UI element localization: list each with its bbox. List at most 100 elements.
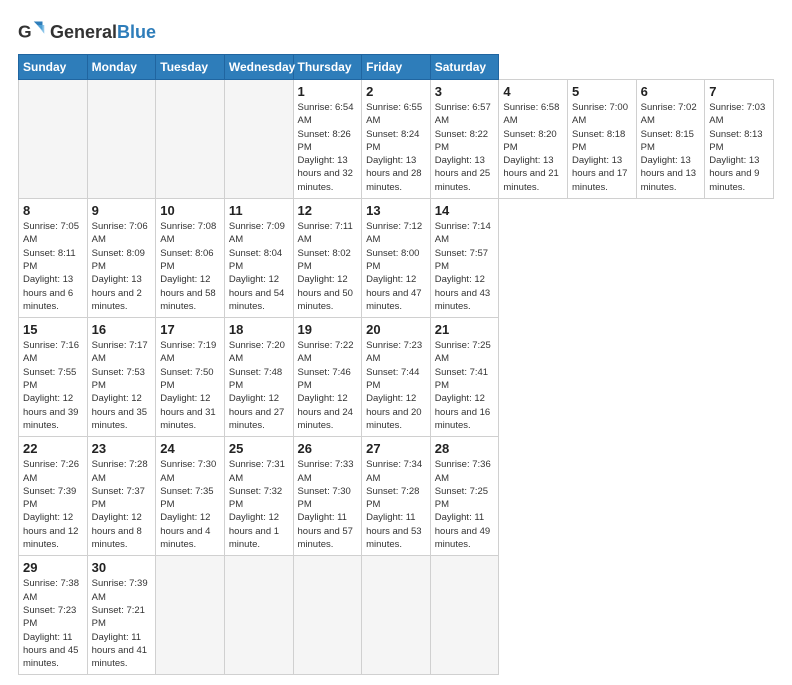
day-header-saturday: Saturday — [430, 55, 499, 80]
calendar-cell: 24 Sunrise: 7:30 AM Sunset: 7:35 PM Dayl… — [156, 437, 225, 556]
day-info: Sunrise: 6:57 AM Sunset: 8:22 PM Dayligh… — [435, 101, 495, 194]
day-number: 17 — [160, 322, 220, 337]
day-info: Sunrise: 6:58 AM Sunset: 8:20 PM Dayligh… — [503, 101, 563, 194]
calendar-cell: 7 Sunrise: 7:03 AM Sunset: 8:13 PM Dayli… — [705, 80, 774, 199]
calendar-cell — [156, 80, 225, 199]
day-info: Sunrise: 7:09 AM Sunset: 8:04 PM Dayligh… — [229, 220, 289, 313]
calendar-week-4: 22 Sunrise: 7:26 AM Sunset: 7:39 PM Dayl… — [19, 437, 774, 556]
day-info: Sunrise: 7:25 AM Sunset: 7:41 PM Dayligh… — [435, 339, 495, 432]
day-info: Sunrise: 7:36 AM Sunset: 7:25 PM Dayligh… — [435, 458, 495, 551]
calendar-cell: 19 Sunrise: 7:22 AM Sunset: 7:46 PM Dayl… — [293, 318, 362, 437]
day-number: 26 — [298, 441, 358, 456]
day-info: Sunrise: 6:55 AM Sunset: 8:24 PM Dayligh… — [366, 101, 426, 194]
calendar-cell — [430, 556, 499, 675]
day-info: Sunrise: 7:11 AM Sunset: 8:02 PM Dayligh… — [298, 220, 358, 313]
calendar-cell — [224, 80, 293, 199]
day-number: 3 — [435, 84, 495, 99]
calendar-cell: 23 Sunrise: 7:28 AM Sunset: 7:37 PM Dayl… — [87, 437, 156, 556]
day-number: 12 — [298, 203, 358, 218]
day-number: 28 — [435, 441, 495, 456]
day-number: 30 — [92, 560, 152, 575]
day-header-monday: Monday — [87, 55, 156, 80]
day-number: 18 — [229, 322, 289, 337]
day-number: 1 — [298, 84, 358, 99]
calendar-cell: 18 Sunrise: 7:20 AM Sunset: 7:48 PM Dayl… — [224, 318, 293, 437]
calendar-cell: 29 Sunrise: 7:38 AM Sunset: 7:23 PM Dayl… — [19, 556, 88, 675]
calendar-cell: 28 Sunrise: 7:36 AM Sunset: 7:25 PM Dayl… — [430, 437, 499, 556]
day-info: Sunrise: 7:33 AM Sunset: 7:30 PM Dayligh… — [298, 458, 358, 551]
day-number: 25 — [229, 441, 289, 456]
day-info: Sunrise: 7:02 AM Sunset: 8:15 PM Dayligh… — [641, 101, 701, 194]
calendar-cell: 6 Sunrise: 7:02 AM Sunset: 8:15 PM Dayli… — [636, 80, 705, 199]
calendar-cell — [19, 80, 88, 199]
calendar-cell: 8 Sunrise: 7:05 AM Sunset: 8:11 PM Dayli… — [19, 199, 88, 318]
calendar-week-5: 29 Sunrise: 7:38 AM Sunset: 7:23 PM Dayl… — [19, 556, 774, 675]
calendar-cell: 15 Sunrise: 7:16 AM Sunset: 7:55 PM Dayl… — [19, 318, 88, 437]
calendar-cell: 16 Sunrise: 7:17 AM Sunset: 7:53 PM Dayl… — [87, 318, 156, 437]
day-number: 15 — [23, 322, 83, 337]
day-number: 9 — [92, 203, 152, 218]
day-header-sunday: Sunday — [19, 55, 88, 80]
calendar-cell — [156, 556, 225, 675]
day-info: Sunrise: 7:17 AM Sunset: 7:53 PM Dayligh… — [92, 339, 152, 432]
day-header-tuesday: Tuesday — [156, 55, 225, 80]
day-info: Sunrise: 7:22 AM Sunset: 7:46 PM Dayligh… — [298, 339, 358, 432]
day-info: Sunrise: 7:31 AM Sunset: 7:32 PM Dayligh… — [229, 458, 289, 551]
day-info: Sunrise: 7:30 AM Sunset: 7:35 PM Dayligh… — [160, 458, 220, 551]
logo-general: General — [50, 22, 117, 42]
calendar-cell: 11 Sunrise: 7:09 AM Sunset: 8:04 PM Dayl… — [224, 199, 293, 318]
calendar-cell: 2 Sunrise: 6:55 AM Sunset: 8:24 PM Dayli… — [362, 80, 431, 199]
day-number: 13 — [366, 203, 426, 218]
day-number: 29 — [23, 560, 83, 575]
day-info: Sunrise: 7:38 AM Sunset: 7:23 PM Dayligh… — [23, 577, 83, 670]
calendar-cell: 3 Sunrise: 6:57 AM Sunset: 8:22 PM Dayli… — [430, 80, 499, 199]
day-number: 10 — [160, 203, 220, 218]
day-number: 24 — [160, 441, 220, 456]
calendar-week-3: 15 Sunrise: 7:16 AM Sunset: 7:55 PM Dayl… — [19, 318, 774, 437]
calendar-cell: 4 Sunrise: 6:58 AM Sunset: 8:20 PM Dayli… — [499, 80, 568, 199]
calendar-cell — [362, 556, 431, 675]
calendar-week-2: 8 Sunrise: 7:05 AM Sunset: 8:11 PM Dayli… — [19, 199, 774, 318]
calendar-cell: 22 Sunrise: 7:26 AM Sunset: 7:39 PM Dayl… — [19, 437, 88, 556]
day-number: 14 — [435, 203, 495, 218]
calendar-cell: 14 Sunrise: 7:14 AM Sunset: 7:57 PM Dayl… — [430, 199, 499, 318]
day-info: Sunrise: 6:54 AM Sunset: 8:26 PM Dayligh… — [298, 101, 358, 194]
day-info: Sunrise: 7:14 AM Sunset: 7:57 PM Dayligh… — [435, 220, 495, 313]
day-info: Sunrise: 7:05 AM Sunset: 8:11 PM Dayligh… — [23, 220, 83, 313]
calendar: SundayMondayTuesdayWednesdayThursdayFrid… — [18, 54, 774, 675]
day-number: 11 — [229, 203, 289, 218]
day-info: Sunrise: 7:20 AM Sunset: 7:48 PM Dayligh… — [229, 339, 289, 432]
day-header-thursday: Thursday — [293, 55, 362, 80]
day-info: Sunrise: 7:12 AM Sunset: 8:00 PM Dayligh… — [366, 220, 426, 313]
day-number: 19 — [298, 322, 358, 337]
day-info: Sunrise: 7:06 AM Sunset: 8:09 PM Dayligh… — [92, 220, 152, 313]
day-header-friday: Friday — [362, 55, 431, 80]
day-info: Sunrise: 7:39 AM Sunset: 7:21 PM Dayligh… — [92, 577, 152, 670]
day-info: Sunrise: 7:23 AM Sunset: 7:44 PM Dayligh… — [366, 339, 426, 432]
day-number: 4 — [503, 84, 563, 99]
calendar-cell: 12 Sunrise: 7:11 AM Sunset: 8:02 PM Dayl… — [293, 199, 362, 318]
calendar-cell: 13 Sunrise: 7:12 AM Sunset: 8:00 PM Dayl… — [362, 199, 431, 318]
calendar-cell: 1 Sunrise: 6:54 AM Sunset: 8:26 PM Dayli… — [293, 80, 362, 199]
day-number: 21 — [435, 322, 495, 337]
calendar-cell: 5 Sunrise: 7:00 AM Sunset: 8:18 PM Dayli… — [568, 80, 637, 199]
day-number: 16 — [92, 322, 152, 337]
day-info: Sunrise: 7:08 AM Sunset: 8:06 PM Dayligh… — [160, 220, 220, 313]
logo-icon: G — [18, 18, 46, 46]
svg-text:G: G — [18, 21, 32, 41]
calendar-cell — [87, 80, 156, 199]
day-info: Sunrise: 7:34 AM Sunset: 7:28 PM Dayligh… — [366, 458, 426, 551]
day-number: 23 — [92, 441, 152, 456]
calendar-cell — [224, 556, 293, 675]
calendar-cell: 10 Sunrise: 7:08 AM Sunset: 8:06 PM Dayl… — [156, 199, 225, 318]
day-info: Sunrise: 7:03 AM Sunset: 8:13 PM Dayligh… — [709, 101, 769, 194]
calendar-cell: 25 Sunrise: 7:31 AM Sunset: 7:32 PM Dayl… — [224, 437, 293, 556]
logo: G GeneralBlue — [18, 18, 156, 46]
day-info: Sunrise: 7:26 AM Sunset: 7:39 PM Dayligh… — [23, 458, 83, 551]
calendar-cell — [293, 556, 362, 675]
day-header-wednesday: Wednesday — [224, 55, 293, 80]
day-info: Sunrise: 7:28 AM Sunset: 7:37 PM Dayligh… — [92, 458, 152, 551]
day-number: 6 — [641, 84, 701, 99]
day-number: 7 — [709, 84, 769, 99]
day-info: Sunrise: 7:00 AM Sunset: 8:18 PM Dayligh… — [572, 101, 632, 194]
